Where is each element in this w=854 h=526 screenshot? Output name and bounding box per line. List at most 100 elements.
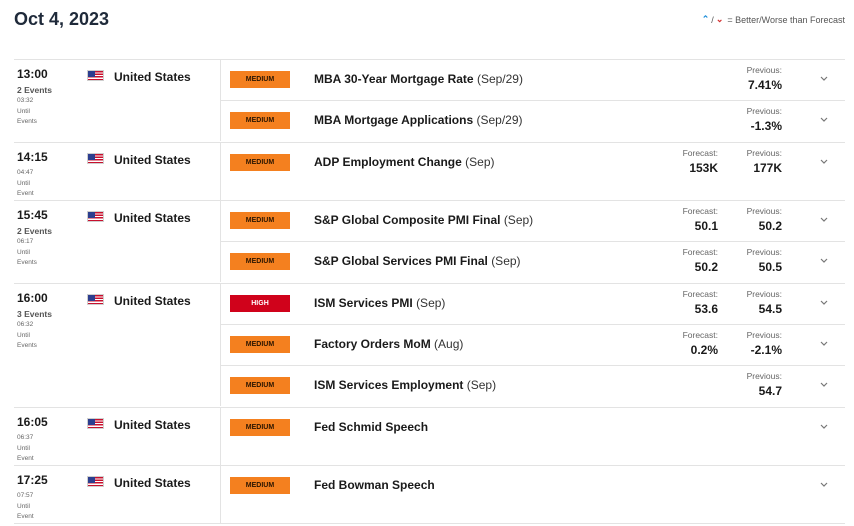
impact-badge: MEDIUM [230, 154, 290, 171]
forecast-stat: Forecast: 153K [658, 148, 718, 175]
previous-stat: Previous: 7.41% [722, 65, 782, 92]
previous-value: -2.1% [750, 343, 782, 357]
events-count: 2 Events [17, 85, 52, 95]
event-name[interactable]: Factory Orders MoM (Aug) [314, 337, 463, 351]
countdown-target: Events [17, 342, 37, 349]
chevron-down-icon[interactable] [818, 421, 830, 433]
time-group: 13:00 2 Events 03:32 Until Events United Stat… [14, 60, 845, 143]
previous-label: Previous: [746, 206, 782, 216]
event-row[interactable]: MEDIUM Fed Bowman Speech [221, 466, 845, 523]
events-count: 2 Events [17, 226, 52, 236]
impact-badge: MEDIUM [230, 212, 290, 229]
chevron-down-icon[interactable] [818, 255, 830, 267]
previous-value: 54.7 [758, 384, 782, 398]
previous-stat: Previous: -2.1% [722, 330, 782, 357]
date-title: Oct 4, 2023 [14, 9, 110, 29]
event-name[interactable]: ADP Employment Change (Sep) [314, 155, 495, 169]
event-period: (Sep/29) [476, 113, 523, 127]
chevron-down-icon[interactable] [818, 214, 830, 226]
previous-label: Previous: [746, 289, 782, 299]
countdown: 06:17 Until Events [17, 237, 37, 269]
time-group: 17:25 07:57 Until Event United States MEDIUM F… [14, 466, 845, 524]
event-title: S&P Global Composite PMI Final [314, 213, 501, 227]
event-row[interactable]: MEDIUM ADP Employment Change (Sep) Forecas… [221, 143, 845, 200]
event-title: ADP Employment Change [314, 155, 462, 169]
countdown-until: Until [17, 444, 31, 452]
chevron-down-icon[interactable] [818, 73, 830, 85]
forecast-label: Forecast: [682, 247, 718, 257]
previous-stat: Previous: 50.2 [722, 206, 782, 233]
event-period: (Sep/29) [476, 72, 523, 86]
previous-stat: Previous: 50.5 [722, 247, 782, 274]
countdown-until: Until [17, 331, 31, 339]
event-name[interactable]: Fed Bowman Speech [314, 478, 435, 492]
event-title: Fed Schmid Speech [314, 420, 429, 434]
forecast-label: Forecast: [682, 206, 718, 216]
chevron-down-icon[interactable] [818, 479, 830, 491]
event-title: ISM Services Employment [314, 378, 464, 392]
event-name[interactable]: ISM Services Employment (Sep) [314, 378, 496, 392]
event-name[interactable]: Fed Schmid Speech [314, 420, 428, 434]
event-name[interactable]: MBA 30-Year Mortgage Rate (Sep/29) [314, 72, 523, 86]
previous-value: -1.3% [750, 119, 782, 133]
event-row[interactable]: MEDIUM MBA 30-Year Mortgage Rate (Sep/29)… [221, 60, 845, 101]
events-count: 3 Events [17, 309, 52, 319]
event-row[interactable]: HIGH ISM Services PMI (Sep) Forecast: 53.6 P… [221, 284, 845, 325]
forecast-label: Forecast: [682, 289, 718, 299]
countdown-time: 06:32 [17, 321, 34, 328]
forecast-label: Forecast: [682, 330, 718, 340]
event-row[interactable]: MEDIUM Fed Schmid Speech [221, 408, 845, 465]
event-row[interactable]: MEDIUM S&P Global Composite PMI Final (Se… [221, 201, 845, 242]
previous-label: Previous: [746, 330, 782, 340]
time-group: 16:00 3 Events 06:32 Until Events United Stat… [14, 284, 845, 408]
previous-label: Previous: [746, 65, 782, 75]
event-name[interactable]: S&P Global Composite PMI Final (Sep) [314, 213, 533, 227]
chevron-down-icon[interactable] [818, 297, 830, 309]
legend-slash: / [711, 14, 714, 25]
countdown-time: 07:57 [17, 492, 34, 499]
time-group: 14:15 04:47 Until Event United States MEDIUM A… [14, 143, 845, 201]
countdown-time: 04:47 [17, 169, 34, 176]
events-list: MEDIUM S&P Global Composite PMI Final (Se… [221, 201, 845, 283]
event-name[interactable]: MBA Mortgage Applications (Sep/29) [314, 113, 523, 127]
calendar-header: Oct 4, 2023 ⌃ / ⌄ = Better/Worse than Fo… [0, 0, 854, 50]
countdown-until: Until [17, 179, 31, 187]
previous-stat: Previous: 54.5 [722, 289, 782, 316]
chevron-down-icon[interactable] [818, 338, 830, 350]
countdown-time: 06:37 [17, 434, 34, 441]
forecast-label: Forecast: [682, 148, 718, 158]
event-name[interactable]: ISM Services PMI (Sep) [314, 296, 445, 310]
forecast-stat: Forecast: 50.1 [658, 206, 718, 233]
impact-badge: MEDIUM [230, 71, 290, 88]
previous-label: Previous: [746, 247, 782, 257]
event-row[interactable]: MEDIUM ISM Services Employment (Sep) Previ… [221, 366, 845, 407]
time-cell: 15:45 2 Events 06:17 Until Events United Stat… [14, 201, 221, 282]
us-flag-icon [87, 418, 104, 429]
event-title: Factory Orders MoM [314, 337, 431, 351]
event-time: 13:00 [17, 67, 48, 81]
event-name[interactable]: S&P Global Services PMI Final (Sep) [314, 254, 521, 268]
previous-stat: Previous: 177K [722, 148, 782, 175]
event-row[interactable]: MEDIUM S&P Global Services PMI Final (Sep… [221, 242, 845, 283]
country-name: United States [114, 211, 191, 225]
impact-badge: MEDIUM [230, 112, 290, 129]
previous-label: Previous: [746, 371, 782, 381]
event-row[interactable]: MEDIUM Factory Orders MoM (Aug) Forecast: 0… [221, 325, 845, 366]
chevron-down-icon[interactable] [818, 114, 830, 126]
countdown: 06:37 Until Event [17, 433, 34, 465]
events-list: MEDIUM MBA 30-Year Mortgage Rate (Sep/29)… [221, 60, 845, 142]
legend-text: = Better/Worse than Forecast [727, 14, 845, 25]
countdown-target: Events [17, 118, 37, 125]
time-cell: 13:00 2 Events 03:32 Until Events United Stat… [14, 60, 221, 141]
previous-value: 177K [753, 161, 782, 175]
chevron-down-icon[interactable] [818, 156, 830, 168]
time-group: 16:05 06:37 Until Event United States MEDIUM F… [14, 408, 845, 466]
chevron-down-icon[interactable] [818, 379, 830, 391]
countdown-target: Events [17, 259, 37, 266]
event-period: (Sep) [466, 378, 497, 392]
countdown-time: 03:32 [17, 97, 34, 104]
event-row[interactable]: MEDIUM MBA Mortgage Applications (Sep/29)… [221, 101, 845, 142]
previous-stat: Previous: 54.7 [722, 371, 782, 398]
event-title: MBA 30-Year Mortgage Rate [314, 72, 474, 86]
event-time: 15:45 [17, 208, 48, 222]
